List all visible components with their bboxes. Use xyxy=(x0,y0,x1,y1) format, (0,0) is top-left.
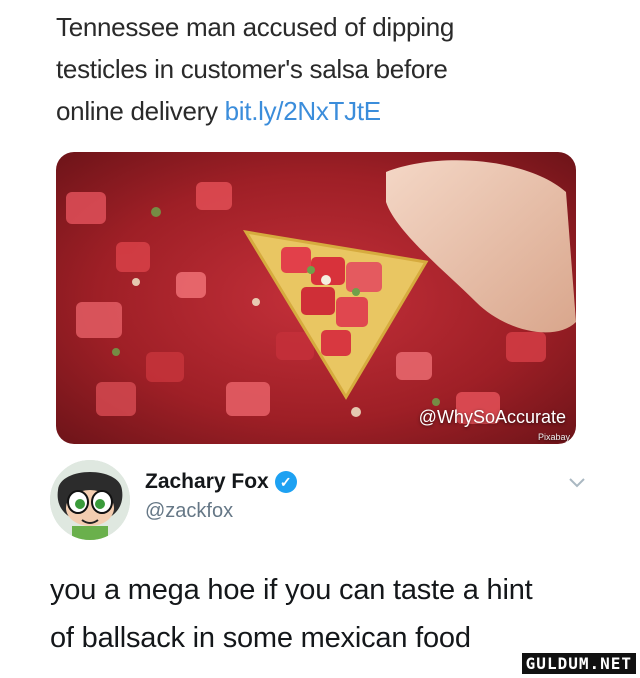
tweet-text: you a mega hoe if you can taste a hint o… xyxy=(50,566,610,662)
site-logo: GULDUM.NET xyxy=(521,653,636,674)
headline-link[interactable]: bit.ly/2NxTJtE xyxy=(225,96,381,126)
verified-badge-icon: ✓ xyxy=(274,471,297,493)
headline-line-2: testicles in customer's salsa before xyxy=(56,54,448,84)
author-handle[interactable]: @zackfox xyxy=(145,500,233,523)
headline-line-3-text: online delivery xyxy=(56,96,225,126)
tweet-author[interactable]: Zachary Fox ✓ xyxy=(145,470,297,494)
headline-line-3: online delivery bit.ly/2NxTJtE xyxy=(56,90,616,132)
chevron-down-icon[interactable] xyxy=(568,476,586,490)
salsa-photo-illustration xyxy=(56,152,576,444)
salsa-chip-photo: @WhySoAccurate Pixabay xyxy=(56,152,576,444)
photo-credit: Pixabay xyxy=(537,432,570,442)
photo-watermark: @WhySoAccurate xyxy=(418,407,566,427)
avatar-illustration xyxy=(50,460,130,540)
article-headline: Tennessee man accused of dipping testicl… xyxy=(56,6,616,132)
tweet-text-line-1: you a mega hoe if you can taste a hint xyxy=(50,574,533,606)
avatar[interactable] xyxy=(50,460,130,540)
headline-line-1: Tennessee man accused of dipping xyxy=(56,12,455,42)
author-name[interactable]: Zachary Fox xyxy=(145,470,269,494)
